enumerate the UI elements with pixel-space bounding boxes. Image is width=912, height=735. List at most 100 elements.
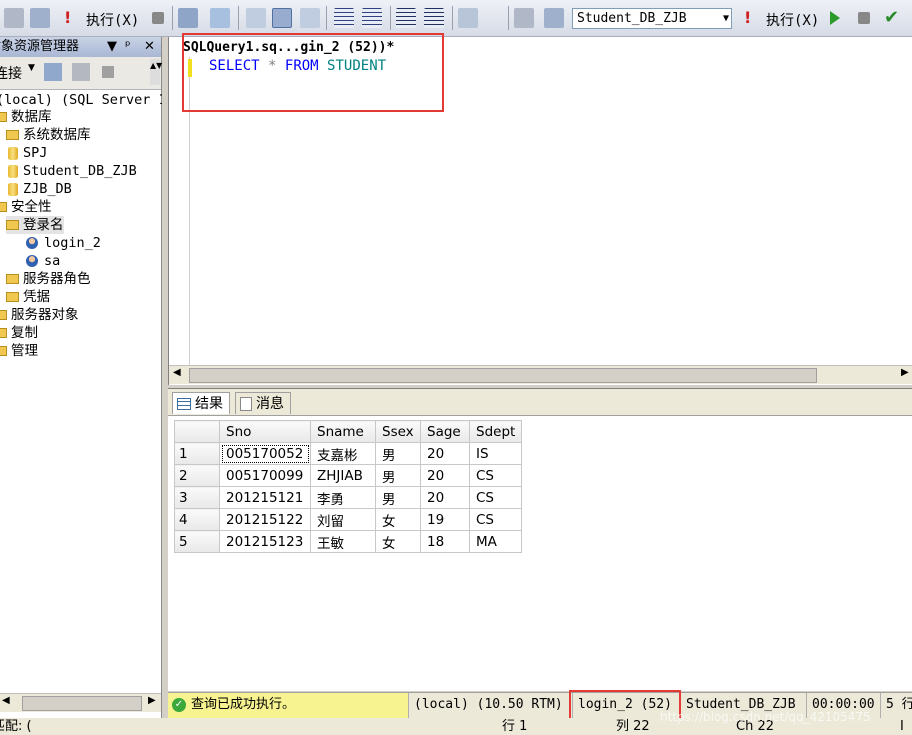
connect-button[interactable]: 连接 xyxy=(0,63,22,83)
execute-button-2[interactable]: 执行(X) xyxy=(766,10,819,30)
tree-node-login-2[interactable]: login_2 xyxy=(26,234,101,252)
tab-messages[interactable]: 消息 xyxy=(235,392,291,414)
stop-icon-panel[interactable] xyxy=(102,66,114,78)
table-cell[interactable]: 男 xyxy=(375,464,421,487)
table-cell[interactable]: 201215121 xyxy=(219,486,311,509)
table-cell[interactable]: CS xyxy=(468,486,523,509)
decrease-indent-icon[interactable] xyxy=(396,8,416,28)
scroll-arrows-icon[interactable]: ▲▼ xyxy=(150,59,162,85)
table-cell[interactable]: 支嘉彬 xyxy=(310,442,376,465)
execute-icon[interactable]: ! xyxy=(64,8,74,28)
tree-node-sa[interactable]: sa xyxy=(26,252,60,270)
stop-icon[interactable] xyxy=(152,12,164,24)
table-cell[interactable]: 刘留 xyxy=(310,508,376,531)
row-number[interactable]: 5 xyxy=(174,530,220,553)
table-row[interactable]: 3 201215121 李勇男 20 CS xyxy=(174,486,523,509)
specify-values-icon[interactable] xyxy=(458,8,478,28)
table-cell[interactable]: CS xyxy=(468,508,523,531)
column-header[interactable]: Sdept xyxy=(468,420,523,443)
scroll-thumb[interactable] xyxy=(189,368,817,383)
execute-icon-2[interactable]: ! xyxy=(744,8,754,28)
checkmark-icon[interactable]: ✔ xyxy=(884,8,904,28)
row-number[interactable]: 4 xyxy=(174,508,220,531)
results-grid[interactable]: Sno Sname Ssex Sage Sdept 1 005170052 支嘉彬男 20 IS… xyxy=(174,420,523,553)
table-cell[interactable]: MA xyxy=(468,530,523,553)
column-header[interactable]: Sage xyxy=(420,420,470,443)
results-to-file-icon[interactable] xyxy=(300,8,320,28)
tree-node-server-objects[interactable]: 服务器对象 xyxy=(0,306,79,324)
table-row[interactable]: 1 005170052 支嘉彬男 20 IS xyxy=(174,442,523,465)
table-cell[interactable]: 女 xyxy=(375,530,421,553)
editor-hscrollbar[interactable]: ◀ ▶ xyxy=(169,365,912,384)
table-row[interactable]: 2 005170099 ZHJIAB 男 20 CS xyxy=(174,464,523,487)
tree-node-management[interactable]: 管理 xyxy=(0,342,38,360)
database-select[interactable]: Student_DB_ZJB ▼ xyxy=(572,8,732,29)
tree-node-security[interactable]: 安全性 xyxy=(0,198,52,216)
table-row[interactable]: 4 201215122 刘留女 19 CS xyxy=(174,508,523,531)
increase-indent-icon[interactable] xyxy=(424,8,444,28)
row-number[interactable]: 3 xyxy=(174,486,220,509)
check-icon-2[interactable] xyxy=(544,8,564,28)
tree-node-databases[interactable]: 数据库 xyxy=(0,108,52,126)
tree-node-replication[interactable]: 复制 xyxy=(0,324,38,342)
tree-node-server-roles[interactable]: 服务器角色 xyxy=(6,270,91,288)
scroll-left-icon[interactable]: ◀ xyxy=(2,695,10,706)
table-cell[interactable]: CS xyxy=(468,464,523,487)
table-cell[interactable]: 20 xyxy=(420,486,470,509)
connect-dropdown-icon[interactable]: ▼ xyxy=(28,63,35,73)
status-rows: 5 行 xyxy=(880,693,912,718)
tree-node-server[interactable]: (local) (SQL Server 10 xyxy=(0,91,175,109)
table-cell[interactable]: 男 xyxy=(375,486,421,509)
row-number[interactable]: 1 xyxy=(174,442,220,465)
column-header[interactable]: Ssex xyxy=(375,420,421,443)
table-cell[interactable]: 005170052 xyxy=(219,442,311,465)
table-cell[interactable]: 女 xyxy=(375,508,421,531)
scroll-thumb[interactable] xyxy=(22,696,142,711)
tree-node-spj[interactable]: SPJ xyxy=(8,144,47,162)
tree-node-logins[interactable]: 登录名 xyxy=(6,216,64,234)
table-cell[interactable]: 男 xyxy=(375,442,421,465)
table-cell[interactable]: 18 xyxy=(420,530,470,553)
table-cell[interactable]: IS xyxy=(468,442,523,465)
scroll-right-icon[interactable]: ▶ xyxy=(901,367,909,378)
scroll-left-icon[interactable]: ◀ xyxy=(173,367,181,378)
disconnect-icon[interactable] xyxy=(72,63,90,81)
table-cell[interactable]: 005170099 xyxy=(219,464,311,487)
grid-corner[interactable] xyxy=(174,420,220,443)
tree-node-system-databases[interactable]: 系统数据库 xyxy=(6,126,91,144)
table-cell[interactable]: 王敏 xyxy=(310,530,376,553)
scroll-right-icon[interactable]: ▶ xyxy=(148,695,156,706)
parse-icon[interactable] xyxy=(4,8,24,28)
column-header[interactable]: Sname xyxy=(310,420,376,443)
results-to-text-icon[interactable] xyxy=(246,8,266,28)
query-designer-icon[interactable] xyxy=(210,8,230,28)
uncomment-icon[interactable] xyxy=(362,8,382,28)
tree-node-credentials[interactable]: 凭据 xyxy=(6,288,50,306)
object-explorer-hscrollbar[interactable]: ◀ ▶ xyxy=(0,693,161,712)
table-cell[interactable]: 201215123 xyxy=(219,530,311,553)
row-number[interactable]: 2 xyxy=(174,464,220,487)
table-cell[interactable]: ZHJIAB xyxy=(310,464,376,487)
close-icon[interactable]: ✕ xyxy=(144,37,155,57)
check-icon[interactable] xyxy=(30,8,50,28)
results-to-grid-icon[interactable] xyxy=(272,8,292,28)
dropdown-icon[interactable]: ▼ xyxy=(107,37,117,57)
connect-icon[interactable] xyxy=(44,63,62,81)
parse-icon-2[interactable] xyxy=(514,8,534,28)
table-cell[interactable]: 20 xyxy=(420,442,470,465)
tree-node-student-db[interactable]: Student_DB_ZJB xyxy=(8,162,137,180)
debug-play-icon[interactable] xyxy=(830,11,840,25)
tab-results[interactable]: 结果 xyxy=(172,392,230,414)
table-cell[interactable]: 19 xyxy=(420,508,470,531)
table-cell[interactable]: 20 xyxy=(420,464,470,487)
tree-node-zjb-db[interactable]: ZJB_DB xyxy=(8,180,72,198)
execute-button[interactable]: 执行(X) xyxy=(86,10,139,30)
pin-icon[interactable]: ᵖ xyxy=(125,37,131,57)
display-plan-icon[interactable] xyxy=(178,8,198,28)
table-cell[interactable]: 201215122 xyxy=(219,508,311,531)
column-header[interactable]: Sno xyxy=(219,420,311,443)
stop-icon-2[interactable] xyxy=(858,12,870,24)
table-row[interactable]: 5 201215123 王敏女 18 MA xyxy=(174,530,523,553)
table-cell[interactable]: 李勇 xyxy=(310,486,376,509)
comment-icon[interactable] xyxy=(334,8,354,28)
